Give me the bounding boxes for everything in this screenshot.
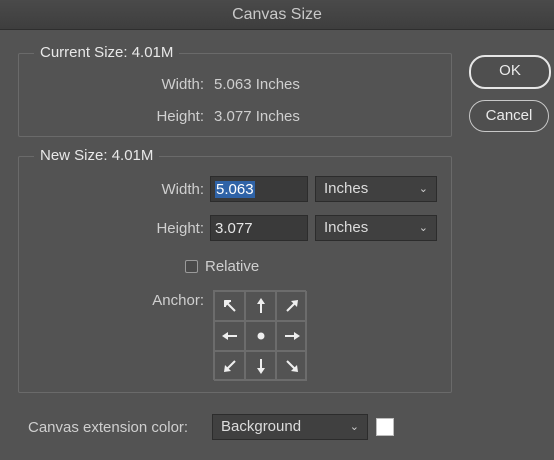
anchor-left[interactable] <box>214 321 245 351</box>
chevron-down-icon: ⌄ <box>349 421 359 433</box>
arrow-up-right-icon <box>285 300 298 312</box>
cancel-button[interactable]: Cancel <box>469 100 549 132</box>
arrow-up-icon <box>256 298 265 313</box>
anchor-top[interactable] <box>245 291 276 321</box>
extension-color-select[interactable]: Background ⌄ <box>212 414 368 440</box>
anchor-bottom[interactable] <box>245 351 276 381</box>
current-width-value: 5.063 Inches <box>214 76 300 93</box>
extension-color-swatch[interactable] <box>376 418 394 436</box>
arrow-up-left-icon <box>223 300 236 312</box>
height-unit-select[interactable]: Inches ⌄ <box>315 215 437 241</box>
new-width-label: Width: <box>161 181 204 198</box>
arrow-right-icon <box>284 332 300 340</box>
chevron-down-icon: ⌄ <box>418 222 428 234</box>
height-input[interactable]: 3.077 <box>210 215 308 241</box>
anchor-top-right[interactable] <box>276 291 307 321</box>
height-input-value: 3.077 <box>215 220 253 237</box>
anchor-top-left[interactable] <box>214 291 245 321</box>
current-size-legend: Current Size: 4.01M <box>34 44 180 61</box>
anchor-grid <box>213 290 307 381</box>
new-size-legend: New Size: 4.01M <box>34 147 160 164</box>
dialog-title: Canvas Size <box>0 0 554 30</box>
relative-label[interactable]: Relative <box>205 258 259 275</box>
anchor-dot-icon <box>257 332 264 340</box>
anchor-bottom-right[interactable] <box>276 351 307 381</box>
width-unit-value: Inches <box>324 180 369 197</box>
arrow-left-icon <box>221 332 237 340</box>
current-height-value: 3.077 Inches <box>214 108 300 125</box>
anchor-center[interactable] <box>245 321 276 351</box>
extension-color-value: Background <box>221 418 302 435</box>
anchor-bottom-left[interactable] <box>214 351 245 381</box>
height-unit-value: Inches <box>324 219 369 236</box>
extension-color-label: Canvas extension color: <box>28 419 189 436</box>
current-width-label: Width: <box>161 76 204 93</box>
width-input-value: 5.063 <box>215 181 255 198</box>
chevron-down-icon: ⌄ <box>418 183 428 195</box>
arrow-down-icon <box>256 359 265 374</box>
current-height-label: Height: <box>156 108 204 125</box>
anchor-right[interactable] <box>276 321 307 351</box>
new-height-label: Height: <box>156 220 204 237</box>
arrow-down-right-icon <box>285 360 298 372</box>
arrow-down-left-icon <box>223 360 236 372</box>
ok-button[interactable]: OK <box>469 55 551 89</box>
width-input[interactable]: 5.063 <box>210 176 308 202</box>
anchor-label: Anchor: <box>152 292 204 309</box>
relative-checkbox[interactable] <box>185 260 198 273</box>
width-unit-select[interactable]: Inches ⌄ <box>315 176 437 202</box>
